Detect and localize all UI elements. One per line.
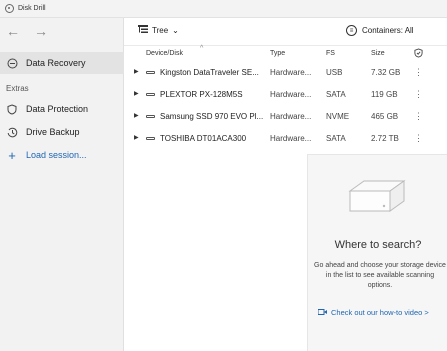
table-row[interactable]: ▶ TOSHIBA DT01ACA300 Hardware... SATA 2.… <box>124 128 447 150</box>
tree-view-icon <box>138 25 148 36</box>
table-row[interactable]: ▶ Samsung SSD 970 EVO Pl... Hardware... … <box>124 106 447 128</box>
column-header-fs[interactable]: FS <box>326 50 335 57</box>
expand-arrow-icon[interactable]: ▶ <box>134 134 139 141</box>
containers-filter[interactable]: ≡ Containers: All <box>346 25 414 36</box>
info-title: Where to search? <box>334 239 422 251</box>
more-options-icon[interactable]: ⋮ <box>414 89 423 100</box>
column-header-type[interactable]: Type <box>270 50 285 57</box>
recovery-icon <box>6 57 18 69</box>
drive-icon <box>146 137 155 140</box>
more-options-icon[interactable]: ⋮ <box>414 133 423 144</box>
toolbar: Tree ⌄ ≡ Containers: All <box>124 18 447 46</box>
table-row[interactable]: ▶ PLEXTOR PX-128M5S Hardware... SATA 119… <box>124 84 447 106</box>
device-size: 465 GB <box>371 112 399 121</box>
extras-section-label: Extras <box>6 84 29 93</box>
expand-arrow-icon[interactable]: ▶ <box>134 68 139 75</box>
device-fs: NVME <box>326 112 350 121</box>
table-row[interactable]: ▶ Kingston DataTraveler SE... Hardware..… <box>124 62 447 84</box>
device-size: 7.32 GB <box>371 68 401 77</box>
sort-caret-icon: ^ <box>200 45 204 52</box>
device-name: Samsung SSD 970 EVO Pl... <box>160 112 264 121</box>
device-size: 2.72 TB <box>371 134 399 143</box>
back-arrow-icon[interactable]: ← <box>6 24 20 38</box>
title-bar: Disk Drill <box>0 0 447 18</box>
how-to-video-link[interactable]: Check out our how-to video > <box>317 308 429 317</box>
view-mode-dropdown[interactable]: Tree ⌄ <box>138 25 179 36</box>
expand-arrow-icon[interactable]: ▶ <box>134 90 139 97</box>
load-session-label: Load session... <box>26 150 87 160</box>
expand-arrow-icon[interactable]: ▶ <box>134 112 139 119</box>
info-text: Go ahead and choose your storage device … <box>314 262 446 289</box>
disk-drill-logo-icon <box>5 4 14 13</box>
video-icon <box>317 308 327 317</box>
window-title: Disk Drill <box>18 5 46 12</box>
drive-icon <box>146 71 155 74</box>
sidebar-item-drive-backup[interactable]: Drive Backup <box>0 121 124 143</box>
how-to-video-label: Check out our how-to video > <box>331 308 429 317</box>
device-type: Hardware... <box>270 68 312 77</box>
device-fs: USB <box>326 68 343 77</box>
column-header-size[interactable]: Size <box>371 50 385 57</box>
more-options-icon[interactable]: ⋮ <box>414 67 423 78</box>
device-name: Kingston DataTraveler SE... <box>160 68 259 77</box>
sidebar-item-label: Data Recovery <box>26 58 86 68</box>
device-name: TOSHIBA DT01ACA300 <box>160 134 247 143</box>
plus-icon: + <box>8 147 16 163</box>
containers-label: Containers: All <box>362 26 414 35</box>
device-type: Hardware... <box>270 134 312 143</box>
nav-arrows: ← → <box>6 24 48 38</box>
device-fs: SATA <box>326 90 346 99</box>
shield-icon <box>6 103 18 115</box>
column-header-protection-icon[interactable] <box>414 48 423 60</box>
sidebar-item-label: Drive Backup <box>26 127 80 137</box>
device-name: PLEXTOR PX-128M5S <box>160 90 243 99</box>
more-options-icon[interactable]: ⋮ <box>414 111 423 122</box>
sidebar-item-data-protection[interactable]: Data Protection <box>0 98 124 120</box>
sidebar-item-label: Data Protection <box>26 104 89 114</box>
column-header-device[interactable]: Device/Disk <box>146 50 183 57</box>
load-session-link[interactable]: + Load session... <box>0 144 124 166</box>
chevron-down-icon: ⌄ <box>172 26 179 35</box>
forward-arrow-icon[interactable]: → <box>34 24 48 38</box>
device-size: 119 GB <box>371 90 398 99</box>
filter-icon: ≡ <box>346 25 357 36</box>
device-type: Hardware... <box>270 90 312 99</box>
device-fs: SATA <box>326 134 346 143</box>
device-type: Hardware... <box>270 112 312 121</box>
hard-drive-illustration-icon <box>348 180 406 212</box>
sidebar: ← → Data Recovery Extras Data Protection… <box>0 18 124 351</box>
sidebar-item-data-recovery[interactable]: Data Recovery <box>0 52 124 74</box>
drive-icon <box>146 115 155 118</box>
clock-backup-icon <box>6 126 18 138</box>
drive-icon <box>146 93 155 96</box>
view-mode-label: Tree <box>152 26 169 35</box>
info-panel: Where to search? Go ahead and choose you… <box>307 154 447 351</box>
main-content: Tree ⌄ ≡ Containers: All ^ Device/Disk T… <box>124 18 447 351</box>
